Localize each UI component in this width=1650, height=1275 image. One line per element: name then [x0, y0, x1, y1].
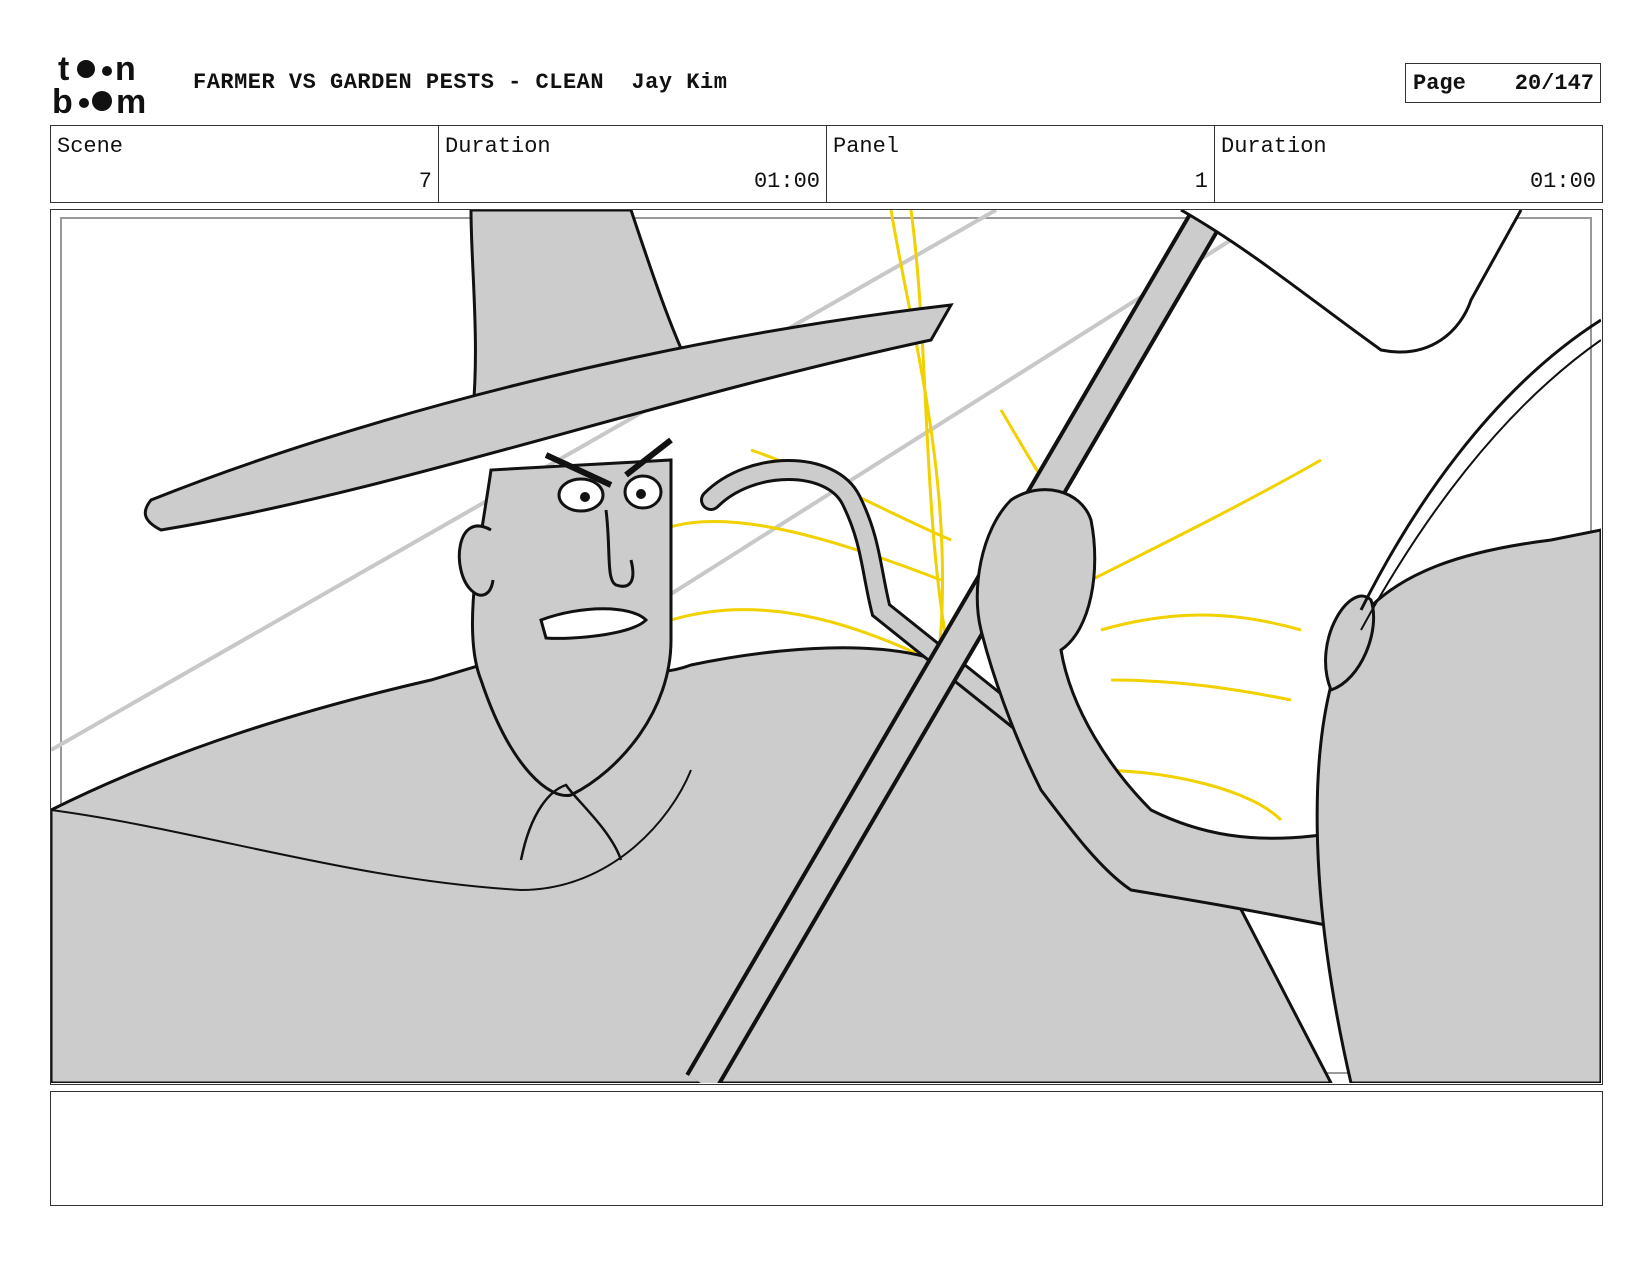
scene-number: 7: [418, 169, 432, 194]
scene-duration-label: Duration: [445, 134, 551, 159]
page-label: Page: [1413, 70, 1466, 96]
project-title: FARMER VS GARDEN PESTS - CLEAN Jay Kim: [193, 70, 727, 95]
page-number: 20/147: [1514, 70, 1594, 96]
storyboard-sketch: [51, 210, 1601, 1083]
svg-text:b: b: [52, 83, 73, 118]
scene-duration-value: 01:00: [753, 169, 820, 194]
svg-text:m: m: [116, 83, 146, 118]
panel-duration-value: 01:00: [1529, 169, 1596, 194]
project-title-text: FARMER VS GARDEN PESTS - CLEAN: [193, 70, 605, 95]
page-indicator: Page 20/147: [1405, 63, 1601, 103]
panel-duration-cell: Duration 01:00: [1215, 126, 1602, 202]
scene-cell: Scene 7: [51, 126, 439, 202]
panel-label: Panel: [833, 134, 900, 159]
scene-duration-cell: Duration 01:00: [439, 126, 827, 202]
panel-duration-label: Duration: [1221, 134, 1327, 159]
panel-cell: Panel 1: [827, 126, 1215, 202]
author-name: Jay Kim: [631, 70, 728, 95]
panel-image-frame: [50, 209, 1603, 1085]
panel-number: 1: [1194, 169, 1208, 194]
panel-info-bar: Scene 7 Duration 01:00 Panel 1 Duration …: [50, 125, 1603, 203]
toonboom-logo: t n b m: [52, 50, 170, 121]
scene-label: Scene: [57, 134, 124, 159]
panel-notes-box: [50, 1091, 1603, 1206]
